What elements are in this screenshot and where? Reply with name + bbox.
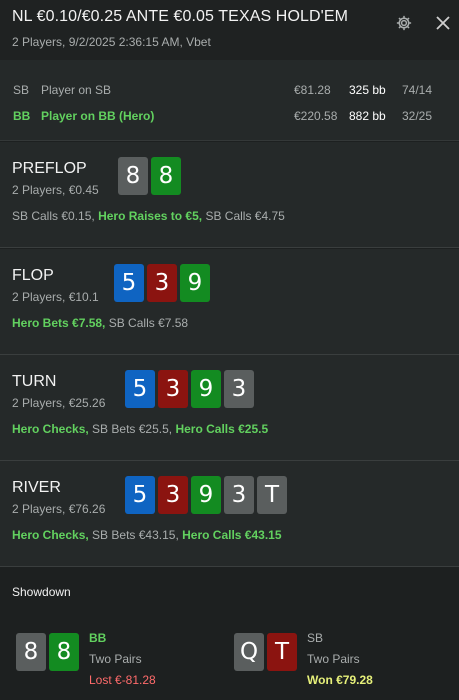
showdown-result: Won €79.28 <box>307 673 373 687</box>
showdown-hand: Two Pairs <box>89 652 142 666</box>
opponent-action: SB Calls €7.58 <box>108 316 189 330</box>
playing-card: Q <box>234 633 264 671</box>
hole-cards: 88 <box>16 633 79 671</box>
gear-icon[interactable] <box>395 14 413 32</box>
player-row-sb: SB Player on SB €81.28 325 bb 74/14 <box>0 83 459 101</box>
hole-cards: QT <box>234 633 297 671</box>
board-cards: 88 <box>118 157 181 195</box>
street-info: 2 Players, €0.45 <box>12 183 99 197</box>
player-stack: €220.58 <box>294 109 338 123</box>
showdown-title: Showdown <box>12 585 71 599</box>
showdown-position: SB <box>307 631 324 645</box>
player-stack-bb: 325 bb <box>349 83 386 97</box>
hand-title: NL €0.10/€0.25 ANTE €0.05 TEXAS HOLD'EM <box>12 8 349 25</box>
street-river: RIVER 2 Players, €76.26 5393T Hero Check… <box>0 461 459 567</box>
board-cards: 5393T <box>125 476 287 514</box>
playing-card: 3 <box>158 370 188 408</box>
board-cards: 5393 <box>125 370 254 408</box>
street-preflop: PREFLOP 2 Players, €0.45 88 SB Calls €0.… <box>0 142 459 248</box>
street-info: 2 Players, €25.26 <box>12 396 106 410</box>
street-name: PREFLOP <box>12 160 87 177</box>
street-actions: SB Calls €0.15, Hero Raises to €5, SB Ca… <box>12 209 285 223</box>
playing-card: 8 <box>151 157 181 195</box>
street-actions: Hero Bets €7.58, SB Calls €7.58 <box>12 316 188 330</box>
opponent-action: SB Bets €25.5 <box>92 422 169 436</box>
playing-card: 3 <box>224 370 254 408</box>
player-stack: €81.28 <box>294 83 331 97</box>
player-stack-bb: 882 bb <box>349 109 386 123</box>
board-cards: 539 <box>114 264 210 302</box>
player-position: BB <box>13 109 31 123</box>
player-row-bb: BB Player on BB (Hero) €220.58 882 bb 32… <box>0 109 459 127</box>
hero-action: Hero Checks <box>12 528 86 542</box>
playing-card: 8 <box>49 633 79 671</box>
playing-card: 5 <box>125 370 155 408</box>
close-icon[interactable] <box>433 13 453 33</box>
showdown-hand: Two Pairs <box>307 652 360 666</box>
action-separator: , <box>102 316 109 330</box>
street-flop: FLOP 2 Players, €10.1 539 Hero Bets €7.5… <box>0 249 459 355</box>
hero-action: Hero Calls €25.5 <box>175 422 269 436</box>
opponent-action: SB Bets €43.15 <box>92 528 176 542</box>
playing-card: 5 <box>114 264 144 302</box>
showdown-result: Lost €-81.28 <box>89 673 156 687</box>
playing-card: 3 <box>158 476 188 514</box>
playing-card: T <box>257 476 287 514</box>
opponent-action: SB Calls €4.75 <box>205 209 285 223</box>
street-info: 2 Players, €10.1 <box>12 290 99 304</box>
player-stat: 74/14 <box>402 83 433 97</box>
hero-action: Hero Calls €43.15 <box>182 528 282 542</box>
street-actions: Hero Checks, SB Bets €25.5, Hero Calls €… <box>12 422 268 436</box>
hand-subtitle: 2 Players, 9/2/2025 2:36:15 AM, Vbet <box>12 35 211 49</box>
street-name: RIVER <box>12 479 61 496</box>
street-name: FLOP <box>12 267 54 284</box>
player-stat: 32/25 <box>402 109 433 123</box>
showdown-position: BB <box>89 631 107 645</box>
street-turn: TURN 2 Players, €25.26 5393 Hero Checks,… <box>0 355 459 461</box>
player-position: SB <box>13 83 30 97</box>
player-name: Player on SB <box>41 83 112 97</box>
playing-card: 8 <box>16 633 46 671</box>
hand-header: NL €0.10/€0.25 ANTE €0.05 TEXAS HOLD'EM … <box>0 0 459 60</box>
street-actions: Hero Checks, SB Bets €43.15, Hero Calls … <box>12 528 282 542</box>
playing-card: 3 <box>224 476 254 514</box>
playing-card: 3 <box>147 264 177 302</box>
showdown-panel: Showdown 88 BB Two Pairs Lost €-81.28 QT… <box>0 567 459 700</box>
hero-action: Hero Checks <box>12 422 86 436</box>
playing-card: 9 <box>191 476 221 514</box>
playing-card: 5 <box>125 476 155 514</box>
playing-card: 8 <box>118 157 148 195</box>
player-name: Player on BB (Hero) <box>41 109 155 123</box>
players-panel: SB Player on SB €81.28 325 bb 74/14 BB P… <box>0 60 459 141</box>
hero-action: Hero Raises to €5 <box>98 209 199 223</box>
hero-action: Hero Bets €7.58 <box>12 316 103 330</box>
street-name: TURN <box>12 373 57 390</box>
playing-card: 9 <box>180 264 210 302</box>
street-info: 2 Players, €76.26 <box>12 502 106 516</box>
opponent-action: SB Calls €0.15 <box>12 209 92 223</box>
playing-card: T <box>267 633 297 671</box>
playing-card: 9 <box>191 370 221 408</box>
